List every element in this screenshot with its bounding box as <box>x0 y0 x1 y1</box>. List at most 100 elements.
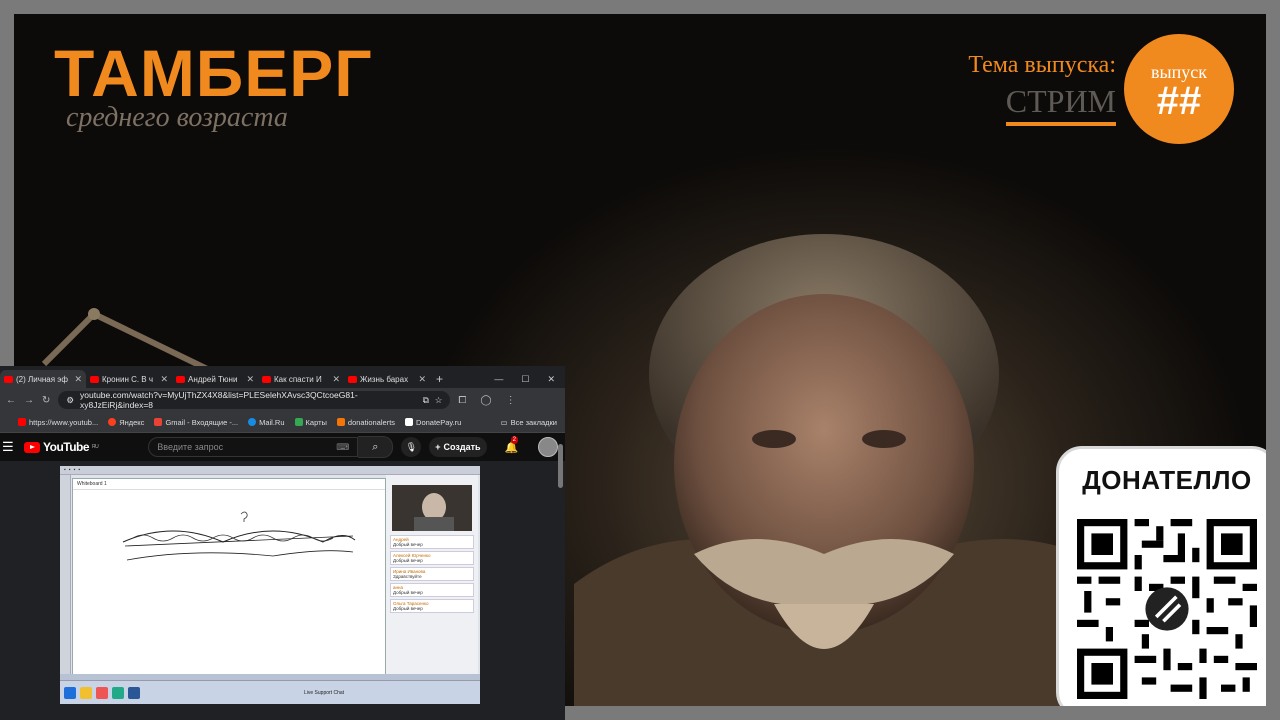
close-icon[interactable]: ✕ <box>418 374 426 385</box>
chat-panel: Андрей Добрый вечер Алексей Юрченко Добрый… <box>386 531 478 617</box>
youtube-play-icon <box>24 441 40 453</box>
notifications-bell-icon[interactable]: 🔔 2 <box>505 435 518 454</box>
bookmark-label: Яндекс <box>119 417 145 427</box>
close-icon[interactable]: ✕ <box>332 374 340 385</box>
gmail-icon <box>154 418 163 426</box>
install-icon[interactable]: ⧉ <box>423 395 429 406</box>
folder-icon <box>80 686 92 699</box>
presenter-webcam <box>392 485 472 531</box>
close-icon[interactable]: ✕ <box>160 374 168 385</box>
yandex-icon <box>108 418 117 426</box>
donation-qr-code[interactable] <box>1077 519 1257 699</box>
close-icon[interactable]: ✕ <box>246 374 254 385</box>
tab-label: Как спасти И <box>274 374 322 384</box>
chat-message: Ирина Иванова Здравствуйте <box>390 567 474 581</box>
donatepay-icon <box>405 418 414 426</box>
create-label: Создать <box>443 442 481 452</box>
tab-label: Жизнь барах <box>360 374 409 384</box>
youtube-logo-text: YouTube <box>43 440 90 454</box>
bookmark-label: Gmail - Входящие -... <box>165 417 239 427</box>
microphone-icon[interactable]: 🎙 <box>401 437 422 457</box>
browser-tab[interactable]: Кронин С. В ч ✕ <box>86 370 172 388</box>
notification-count: 2 <box>510 435 518 444</box>
youtube-icon <box>176 375 185 383</box>
hamburger-menu-icon[interactable]: ☰ <box>2 439 16 455</box>
tool-icon: ▪ <box>64 467 66 473</box>
bookmark-item[interactable]: Карты <box>294 417 327 427</box>
close-window-icon[interactable]: ✕ <box>547 374 555 385</box>
app-icon <box>112 686 124 699</box>
browser-tab[interactable]: Андрей Тюни ✕ <box>172 370 258 388</box>
bookmark-item[interactable]: DonatePay.ru <box>405 418 461 427</box>
forward-icon[interactable]: → <box>24 395 34 406</box>
donation-title: ДОНАТЕЛЛО <box>1082 465 1252 495</box>
conference-side-panel: Андрей Добрый вечер Алексей Юрченко Добрый… <box>386 475 478 680</box>
minimize-icon[interactable]: — <box>494 374 503 384</box>
url-text: youtube.com/watch?v=MyUjThZX4X8&list=PLE… <box>80 390 358 410</box>
bookmark-item[interactable]: https://www.youtub... <box>18 418 98 427</box>
folder-icon: ▭ <box>500 417 508 427</box>
chat-text: Добрый вечер <box>393 606 423 611</box>
browser-tab[interactable]: Жизнь барах ✕ <box>344 370 430 388</box>
reload-icon[interactable]: ↻ <box>42 395 50 406</box>
start-icon <box>64 686 76 699</box>
maps-icon <box>294 418 303 426</box>
tool-icon: ▪ <box>68 467 71 473</box>
browser-tab-bar: (2) Личная эф ✕ Кронин С. В ч ✕ Андрей Тюн… <box>0 366 565 388</box>
new-tab-button[interactable]: + <box>430 370 449 388</box>
bookmark-label: DonatePay.ru <box>416 417 462 427</box>
back-icon[interactable]: ← <box>6 395 16 406</box>
bookmark-item[interactable]: donationalerts <box>336 418 395 427</box>
donation-card[interactable]: ДОНАТЕЛЛО <box>1056 446 1266 706</box>
tab-label: (2) Личная эф <box>16 374 68 384</box>
brand-title: ТАМБЕРГ <box>54 36 373 110</box>
menu-icon[interactable]: ⋮ <box>506 395 516 406</box>
mailru-icon <box>248 418 257 426</box>
profile-icon[interactable]: ◯ <box>480 395 491 406</box>
chat-message: Алексей Юрченко Добрый вечер <box>390 551 474 565</box>
youtube-logo[interactable]: YouTube RU <box>24 440 99 454</box>
browser-toolbar: ← → ↻ ⚙ youtube.com/watch?v=MyUjThZX4X8&… <box>0 388 565 412</box>
bookmark-star-icon[interactable]: ☆ <box>435 395 443 406</box>
all-bookmarks-folder[interactable]: ▭ Все закладки <box>501 418 565 427</box>
whiteboard-title: Whiteboard 1 <box>73 479 385 490</box>
youtube-icon <box>90 375 99 383</box>
keyboard-icon[interactable]: ⌨ <box>336 442 349 453</box>
topic-value: СТРИМ <box>1005 83 1116 126</box>
page-scrollbar[interactable] <box>558 444 563 488</box>
avatar[interactable] <box>538 437 559 457</box>
video-taskbar: Live Support Chat <box>60 680 480 704</box>
video-player[interactable]: ▪ ▪ ▪ ▪ Whiteboard 1 Андрей Добрый вечер Але… <box>60 466 480 704</box>
whiteboard-toolbar: ▪ ▪ ▪ ▪ <box>60 466 480 475</box>
site-info-icon[interactable]: ⚙ <box>66 395 74 406</box>
search-icon[interactable]: ⌕ <box>358 436 394 458</box>
youtube-icon <box>262 375 271 383</box>
chat-message: Андрей Добрый вечер <box>390 535 474 549</box>
extensions-icon[interactable]: ⧠ <box>458 395 466 406</box>
youtube-icon <box>348 375 357 383</box>
youtube-header: ☰ YouTube RU Введите запрос ⌨ ⌕ 🎙 + Созд… <box>0 433 565 461</box>
browser-actions: ⧠ ◯ ⋮ <box>458 395 515 406</box>
create-button[interactable]: + Создать <box>429 437 487 457</box>
streamer-webcam <box>574 234 1134 706</box>
donationalerts-icon <box>336 418 345 426</box>
bookmark-label: Все закладки <box>510 417 557 427</box>
maximize-icon[interactable]: ☐ <box>521 374 529 385</box>
close-icon[interactable]: ✕ <box>74 374 82 385</box>
search-placeholder: Введите запрос <box>157 442 224 452</box>
youtube-icon <box>18 418 26 426</box>
brand-logo: ТАМБЕРГ среднего возраста <box>54 38 373 134</box>
browser-tab[interactable]: Как спасти И ✕ <box>258 370 344 388</box>
chat-message: анна Добрый вечер <box>390 583 474 597</box>
browser-tab[interactable]: (2) Личная эф ✕ <box>0 370 86 388</box>
bookmark-label: Карты <box>305 417 327 427</box>
chat-text: Добрый вечер <box>393 542 423 547</box>
address-bar[interactable]: ⚙ youtube.com/watch?v=MyUjThZX4X8&list=P… <box>58 390 451 410</box>
whiteboard-tool-palette <box>60 475 71 680</box>
youtube-search-input[interactable]: Введите запрос ⌨ <box>148 437 359 457</box>
bookmark-item[interactable]: Mail.Ru <box>248 418 285 427</box>
plus-icon: + <box>435 442 441 452</box>
bookmark-item[interactable]: Яндекс <box>108 418 144 427</box>
episode-badge: выпуск ## <box>1124 34 1234 144</box>
bookmark-item[interactable]: Gmail - Входящие -... <box>154 418 238 427</box>
